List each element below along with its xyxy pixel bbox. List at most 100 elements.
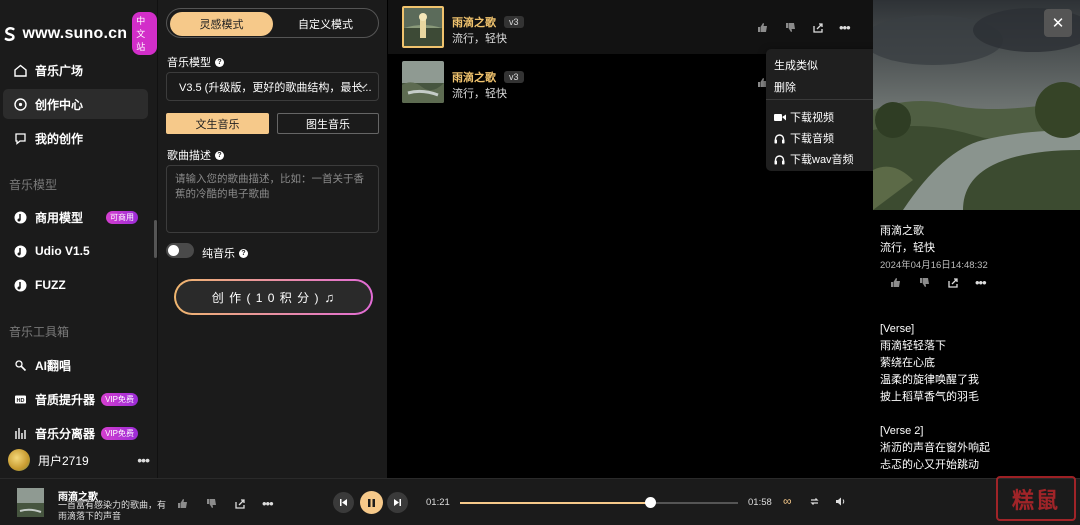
menu-label: 删除 — [774, 82, 796, 94]
tab-image-to-music[interactable]: 图生音乐 — [277, 113, 379, 134]
music-note-icon — [12, 209, 28, 225]
nav-label: 创作中心 — [35, 97, 84, 112]
thumbs-up-icon[interactable] — [175, 497, 189, 511]
chevron-down-icon — [358, 83, 368, 89]
vip-badge: VIP免费 — [101, 392, 138, 406]
nav-commercial-model[interactable]: 商用模型 可商用 — [3, 202, 148, 232]
more-icon[interactable]: ••• — [262, 496, 274, 511]
song-cover[interactable] — [402, 61, 444, 103]
thumbs-down-icon[interactable] — [917, 276, 931, 290]
commercial-badge: 可商用 — [106, 210, 138, 224]
nav-udio-model[interactable]: Udio V1.5 — [3, 236, 148, 266]
model-select[interactable]: V3.5 (升级版，更好的歌曲结构，最长... — [166, 72, 379, 101]
detail-title: 雨滴之歌 — [880, 225, 924, 237]
nav-quality-enhancer[interactable]: HD 音质提升器 VIP免费 — [3, 384, 148, 414]
music-note-icon: ♫ — [324, 289, 336, 305]
nav-label: FUZZ — [35, 278, 66, 292]
song-title[interactable]: 雨滴之歌 — [452, 14, 496, 30]
song-title[interactable]: 雨滴之歌 — [452, 69, 496, 85]
song-description-input[interactable]: 请输入您的歌曲描述，比如：一首关于香蕉的冷酷的电子歌曲 — [166, 165, 379, 233]
nav-creation-center[interactable]: 创作中心 — [3, 89, 148, 119]
section-title-models: 音乐模型 — [9, 178, 58, 192]
play-pause-button[interactable] — [360, 491, 383, 514]
logo[interactable]: www.suno.cn 中文站 — [4, 12, 157, 55]
create-panel: 灵感模式 自定义模式 音乐模型 ? V3.5 (升级版，更好的歌曲结构，最长..… — [157, 0, 387, 478]
more-icon[interactable]: ••• — [839, 20, 851, 35]
create-button[interactable]: 创 作 ( 1 0 积 分 ) ♫ — [174, 279, 373, 315]
skip-forward-icon — [394, 499, 401, 506]
repeat-icon[interactable] — [809, 496, 820, 510]
song-style: 流行，轻快 — [452, 88, 507, 100]
nav-label: 音质提升器 — [35, 392, 96, 407]
share-icon[interactable] — [811, 21, 825, 35]
create-button-label: 创 作 ( 1 0 积 分 ) — [211, 290, 320, 305]
more-icon[interactable]: ••• — [975, 275, 987, 290]
chat-bubble-icon — [12, 130, 28, 146]
menu-item-download-wav[interactable]: 下载wav音频 — [774, 151, 854, 167]
create-button-inner: 创 作 ( 1 0 积 分 ) ♫ — [176, 281, 371, 313]
nav-music-square[interactable]: 音乐广场 — [3, 55, 148, 85]
previous-button[interactable] — [333, 492, 354, 513]
nav-label: 商用模型 — [35, 210, 84, 225]
instrumental-label-row: 纯音乐 ? — [202, 245, 248, 261]
nav-my-creations[interactable]: 我的创作 — [3, 123, 148, 153]
player-cover[interactable] — [17, 488, 44, 517]
thumbs-up-icon[interactable] — [888, 276, 902, 290]
help-icon[interactable]: ? — [239, 248, 248, 258]
tab-text-to-music[interactable]: 文生音乐 — [166, 113, 269, 134]
desc-label: 歌曲描述 — [167, 150, 211, 162]
detail-date: 2024年04月16日14:48:32 — [880, 260, 988, 271]
list-item[interactable]: 雨滴之歌 v3 流行，轻快 ••• — [388, 0, 873, 54]
help-icon[interactable]: ? — [215, 150, 224, 160]
progress-fill — [460, 502, 651, 504]
thumbs-down-icon[interactable] — [783, 21, 797, 35]
nav-label: Udio V1.5 — [35, 244, 90, 258]
thumbs-up-icon[interactable] — [755, 21, 769, 35]
share-icon[interactable] — [946, 276, 960, 290]
watermark-text: 糕鼠 — [1011, 487, 1060, 513]
thumbs-down-icon[interactable] — [204, 497, 218, 511]
avatar[interactable] — [8, 449, 30, 471]
tab-custom-mode[interactable]: 自定义模式 — [274, 12, 377, 36]
menu-item-download-audio[interactable]: 下载音频 — [774, 130, 834, 146]
hd-icon: HD — [12, 391, 28, 407]
close-icon: ✕ — [1051, 15, 1065, 32]
equalizer-icon — [12, 425, 28, 441]
close-button[interactable]: ✕ — [1044, 9, 1072, 37]
song-style: 流行，轻快 — [452, 33, 507, 45]
version-badge: v3 — [504, 71, 524, 83]
volume-icon[interactable] — [835, 496, 846, 510]
nav-label: 我的创作 — [35, 131, 84, 146]
player-bar: 雨滴之歌 一首富有感染力的歌曲，有雨滴落下的声音 ••• 01:21 01:58… — [0, 478, 1080, 525]
share-icon[interactable] — [233, 497, 247, 511]
headphones-icon — [774, 154, 787, 165]
user-profile[interactable]: 用户2719 ••• — [8, 448, 153, 472]
detail-actions: ••• — [888, 275, 987, 290]
more-icon[interactable]: ••• — [137, 452, 150, 468]
song-cover[interactable] — [402, 6, 444, 48]
music-note-icon — [12, 243, 28, 259]
nav-fuzz-model[interactable]: FUZZ — [3, 270, 148, 300]
progress-handle[interactable] — [645, 497, 657, 508]
progress-slider[interactable] — [460, 497, 738, 508]
skip-back-icon — [340, 499, 347, 506]
nav-music-separator[interactable]: 音乐分离器 VIP免费 — [3, 418, 148, 448]
nav-label: AI翻唱 — [35, 358, 72, 373]
nav-ai-cover[interactable]: AI翻唱 — [3, 350, 148, 380]
next-button[interactable] — [387, 492, 408, 513]
model-label: 音乐模型 — [167, 57, 211, 69]
tab-inspiration-mode[interactable]: 灵感模式 — [170, 12, 273, 36]
instrumental-toggle[interactable] — [166, 243, 194, 258]
menu-item-delete[interactable]: 删除 — [774, 79, 796, 95]
home-icon — [12, 62, 28, 78]
loop-icon[interactable]: ∞ — [783, 494, 792, 508]
player-description: 一首富有感染力的歌曲，有雨滴落下的声音 — [58, 500, 167, 521]
mode-toggle: 灵感模式 自定义模式 — [166, 8, 379, 38]
total-time: 01:58 — [748, 497, 772, 508]
help-icon[interactable]: ? — [215, 57, 224, 67]
menu-item-download-video[interactable]: 下载视频 — [774, 109, 834, 125]
watermark-stamp: 糕鼠 — [996, 476, 1076, 521]
music-disc-icon — [12, 96, 28, 112]
menu-item-generate-similar[interactable]: 生成类似 — [774, 57, 818, 73]
sidebar: www.suno.cn 中文站 音乐广场 创作中心 我的创作 音乐模型 商用模型… — [0, 0, 157, 478]
